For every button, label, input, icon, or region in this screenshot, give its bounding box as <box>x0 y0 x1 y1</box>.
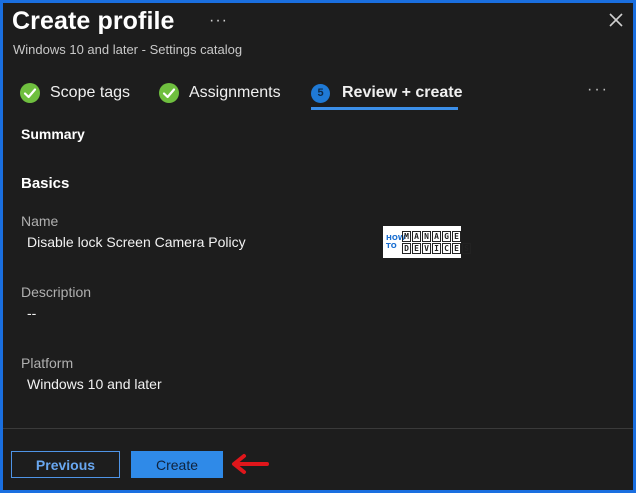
create-button[interactable]: Create <box>131 451 223 478</box>
summary-heading: Summary <box>21 126 85 142</box>
tabs-more-button[interactable]: ··· <box>587 81 609 99</box>
logo-left-text: HOW TO <box>386 234 406 250</box>
name-value: Disable lock Screen Camera Policy <box>27 234 246 250</box>
create-profile-panel: Create profile ··· Windows 10 and later … <box>3 3 633 490</box>
page-subtitle: Windows 10 and later - Settings catalog <box>13 42 243 57</box>
logo-row-devices: D E V I C E S <box>402 242 471 254</box>
title-more-button[interactable]: ··· <box>209 12 228 30</box>
how-to-manage-devices-logo: HOW TO M A N A G E D E V I C E S <box>383 226 471 258</box>
tab-review-create[interactable]: 5 Review + create <box>311 77 463 109</box>
platform-label: Platform <box>21 355 74 371</box>
basics-heading: Basics <box>21 175 70 192</box>
description-label: Description <box>21 284 92 300</box>
page-title: Create profile <box>12 7 175 35</box>
tab-label: Assignments <box>189 84 281 101</box>
name-label: Name <box>21 213 59 229</box>
tab-scope-tags[interactable]: Scope tags <box>20 77 130 109</box>
tab-label: Review + create <box>342 84 463 101</box>
footer-divider <box>3 428 633 429</box>
logo-row-manage: M A N A G E <box>402 230 471 242</box>
annotation-arrow-icon <box>232 454 269 474</box>
previous-button[interactable]: Previous <box>11 451 120 478</box>
description-value: -- <box>27 305 37 321</box>
check-circle-icon <box>20 83 40 103</box>
check-circle-icon <box>159 83 179 103</box>
active-tab-indicator <box>311 107 458 110</box>
platform-value: Windows 10 and later <box>27 376 162 392</box>
tab-assignments[interactable]: Assignments <box>159 77 281 109</box>
step-number-badge: 5 <box>311 83 330 103</box>
close-icon[interactable] <box>607 11 625 29</box>
tab-label: Scope tags <box>50 84 131 101</box>
